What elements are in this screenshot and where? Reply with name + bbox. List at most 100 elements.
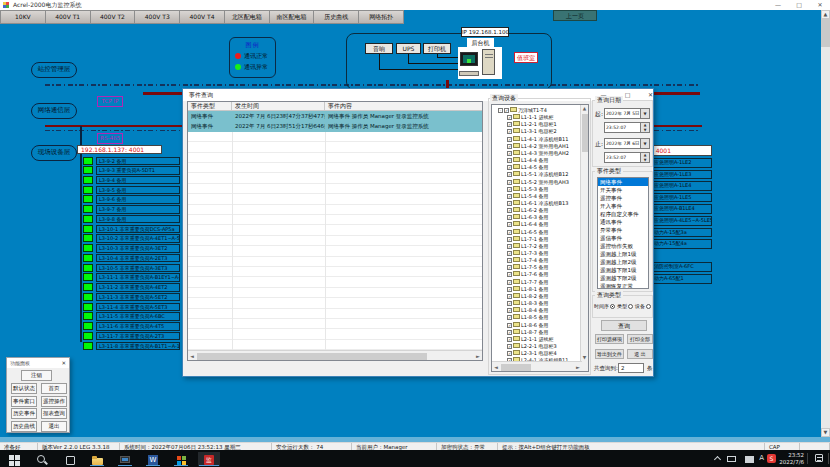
tree-node[interactable]: ✓L1-8-1 备用 [507,286,549,293]
active-app-icon[interactable]: 监 [198,452,220,466]
tree-node[interactable]: ✓L2-1-1 进线柜 [507,336,554,343]
print-selected-button[interactable]: 打印选择项 [595,334,624,344]
event-type-option[interactable]: 开入事件 [598,202,648,210]
tree-node[interactable]: ✓L1-7-1 备用 [507,236,549,243]
tree-node[interactable]: ✓L2-2-1 电容柜3 [507,343,557,350]
column-header-content[interactable]: 事件内容 [325,102,482,110]
left-device-item[interactable]: L3-10-3 非常重要负荷A-3ET2 [96,244,180,253]
tab-8[interactable]: 历史曲线 [314,10,359,24]
left-device-item[interactable]: L3-9-3 重要负荷A-5DT1 [96,166,180,175]
tray-expand-icon[interactable] [715,457,720,467]
event-type-listbox[interactable]: 网络事件开关事件遥控事件开入事件程序自定义事件通讯事件异常事件遥信事件遥控动作失… [597,177,649,289]
tree-node[interactable]: ✓L1-1-1 进线柜 [507,114,554,121]
speaker-node[interactable]: 音响 [365,43,393,54]
event-type-option[interactable]: 遥测越下限2级 [598,274,648,282]
tree-node[interactable]: ✓L1-8-3 备用 [507,300,549,307]
network-layer-button[interactable]: 网络通信层 [31,103,77,119]
file-explorer-icon[interactable] [86,452,108,466]
table-horizontal-scrollbar[interactable]: ◄ ► [188,350,482,360]
query-button[interactable]: 查询 [601,320,647,331]
left-device-item[interactable]: L3-10-5 非常重要负荷A-3ET3 [96,264,180,273]
column-header-type[interactable]: 事件类型 [188,102,232,110]
print-all-button[interactable]: 打印全部 [627,334,653,344]
right-device-item[interactable]: 应急照明A-1LE4 [652,181,712,191]
dialog-close-button[interactable]: ✕ [643,89,658,100]
tree-node[interactable]: ✓L1-7-6 备用 [507,271,549,278]
event-type-option[interactable]: 遥控事件 [598,194,648,202]
tree-node[interactable]: ✓L1-6-4 备用 [507,221,549,228]
query-type-option[interactable]: 设备 [635,303,651,309]
left-device-item[interactable]: L3-10-4 非常重要负荷A-2ET3 [96,254,180,263]
clock[interactable]: 23:52 2022/7/6 [776,452,804,467]
event-type-option[interactable]: 遥测越上限1级 [598,250,648,258]
minimize-button[interactable]: — [768,0,788,10]
host-computer-image[interactable] [458,47,502,79]
sogou-icon[interactable]: S [767,454,776,467]
ime-mode-letter[interactable]: A [759,450,764,467]
tab-5[interactable]: 400V T4 [180,10,225,24]
start-button[interactable] [3,452,25,466]
panel-button-事件窗口[interactable]: 事件窗口 [11,396,37,407]
event-type-option[interactable]: 遥测越下限1级 [598,266,648,274]
close-button[interactable]: ✕ [810,0,830,10]
tree-node[interactable]: ✓L1-8-4 备用 [507,307,549,314]
left-device-item[interactable]: L3-10-1 非常重要负荷DCS-AP5a [96,225,180,234]
tree-node[interactable]: ✓L1-8-2 备用 [507,293,549,300]
tab-7[interactable]: 南区配电箱 [270,10,315,24]
scroll-up-arrow[interactable]: ▲ [821,10,830,19]
field-layer-button[interactable]: 现场设备层 [31,145,77,161]
event-type-option[interactable]: 通讯事件 [598,218,648,226]
app-vertical-scrollbar[interactable]: ▲ ▼ [821,10,830,437]
tree-node[interactable]: ✓L1-7-7 备用 [507,279,549,286]
left-device-item[interactable]: L3-10-2 非常重要负荷A-4ET1~A-5ET1 [96,234,180,243]
search-icon[interactable] [31,452,53,466]
tree-node[interactable]: ✓L1-6-3 备用 [507,214,549,221]
left-device-item[interactable]: L3-9-8 备用 [96,215,180,224]
left-device-item[interactable]: L3-11-2 非常重要负荷A-4ET2 [96,283,180,292]
tree-node[interactable]: ✓L1-7-5 备用 [507,264,549,271]
ups-node[interactable]: UPS [396,43,421,54]
export-button[interactable]: 导出到文件 [595,349,624,359]
logout-button[interactable]: 注销 [21,370,52,381]
tree-node[interactable]: ✓L1-7-4 备用 [507,257,549,264]
tree-node[interactable]: ✓L1-5-2 室外用电AH3 [507,179,569,186]
left-device-item[interactable]: L3-9-4 备用 [96,176,180,185]
event-type-option[interactable]: 遥控动作失败 [598,242,648,250]
left-device-item[interactable]: L3-11-4 非常重要负荷A-5ET3 [96,303,180,312]
tree-node[interactable]: ✓L1-8-7 备用 [507,329,549,336]
right-device-item[interactable]: 应急照明A-1LE2 [652,158,712,168]
date-to-combo[interactable]: 2022年 7月 6日▼ [604,138,650,149]
event-type-option[interactable]: 网络事件 [598,178,648,186]
right-device-item[interactable]: 应急照明A-1LE3 [652,170,712,180]
tree-vertical-scrollbar[interactable]: ▲ ▼ [580,105,588,371]
tree-node[interactable]: ✓L1-8-6 备用 [507,322,549,329]
right-device-item[interactable]: 动力A-15配4a [652,239,712,249]
left-device-item[interactable]: L3-9-7 备用 [96,205,180,214]
tree-node[interactable]: ✓L1-6-2 备用 [507,207,549,214]
event-type-option[interactable]: 遥测越上限2级 [598,258,648,266]
panel-button-报表查询[interactable]: 报表查询 [41,408,67,419]
maximize-button[interactable]: □ [789,0,809,10]
left-device-item[interactable]: L3-11-8 非常重要负荷A-B1T1~A-1T1 [96,342,180,351]
network-icon[interactable] [727,456,736,467]
tree-horizontal-scrollbar[interactable]: ◄ ► [492,361,582,371]
panel-button-遥控操作[interactable]: 遥控操作 [41,396,67,407]
right-device-item[interactable]: 消防控制室A-6FC [652,262,712,272]
scroll-down-arrow[interactable]: ▼ [821,428,830,437]
panel-button-首页[interactable]: 首页 [41,383,67,394]
event-type-option[interactable]: 遥信事件 [598,234,648,242]
monitor-app-icon[interactable] [114,452,136,466]
tree-node[interactable]: ✓L1-4-4 备用 [507,157,549,164]
right-device-item[interactable]: 应急照明A-B1LE4 [652,204,712,214]
event-type-option[interactable]: 异常事件 [598,226,648,234]
station-layer-button[interactable]: 站控管理层 [31,62,77,78]
printer-node[interactable]: 打印机 [423,43,451,54]
panel-button-默认状态[interactable]: 默认状态 [11,383,37,394]
right-device-item[interactable]: 动力A-15配3a [652,228,712,238]
tree-node[interactable]: ✓L1-7-2 备用 [507,243,549,250]
left-device-item[interactable]: L3-11-7 非常重要负荷A-2T3 [96,332,180,341]
tree-node[interactable]: ✓L1-7-3 备用 [507,250,549,257]
scroll-thumb[interactable] [821,19,830,47]
tab-1[interactable]: 10KV [0,10,46,24]
tab-9[interactable]: 网络拓扑 [359,10,404,24]
